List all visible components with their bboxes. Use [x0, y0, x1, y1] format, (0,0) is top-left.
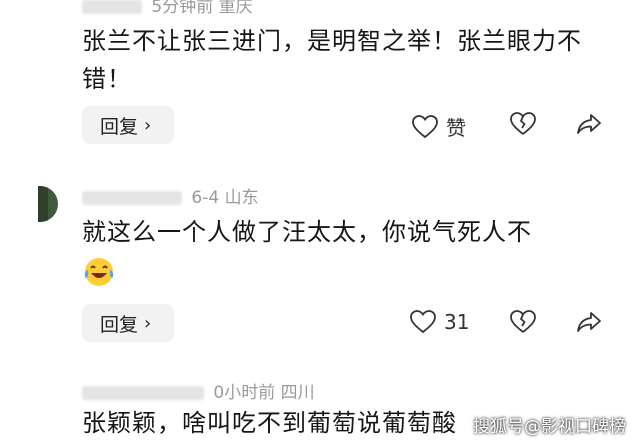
broken-heart-icon: [510, 112, 536, 135]
like-count: 31: [444, 310, 470, 334]
share-button[interactable]: [576, 310, 602, 334]
avatar[interactable]: [38, 186, 58, 222]
broken-heart-icon: [510, 310, 536, 333]
comment-time-location: 6-4 山东: [191, 188, 259, 208]
share-button[interactable]: [576, 112, 602, 136]
laughing-tears-emoji: [82, 255, 116, 293]
username-blurred: [82, 0, 142, 14]
username-blurred: [82, 386, 204, 400]
dislike-button[interactable]: [510, 310, 536, 334]
like-button[interactable]: 31: [410, 310, 469, 334]
username-blurred: [82, 191, 182, 205]
like-button[interactable]: 赞: [412, 112, 466, 141]
reply-label: 回复: [100, 313, 139, 336]
heart-outline-icon: [412, 114, 438, 138]
chevron-right-icon: ›: [144, 312, 152, 334]
dislike-button[interactable]: [510, 112, 536, 136]
reply-button[interactable]: 回复 ›: [82, 304, 174, 342]
comment-time-location: 0小时前 四川: [213, 383, 315, 403]
heart-outline-icon: [410, 310, 436, 334]
comment-text: 张兰不让张三进门，是明智之举！张兰眼力不错！: [82, 27, 582, 93]
share-arrow-icon: [577, 312, 601, 332]
watermark: 搜狐号@影视口碑榜: [473, 417, 626, 437]
comment-text: 就这么一个人做了汪太太，你说气死人不: [82, 218, 532, 246]
comment-meta: 0小时前 四川: [82, 378, 315, 403]
comment-meta: 6-4 山东: [82, 183, 259, 208]
comment-meta: 5分钟前 重庆: [82, 0, 253, 17]
comment-time-location: 5分钟前 重庆: [151, 0, 253, 17]
chevron-right-icon: ›: [144, 114, 152, 136]
share-arrow-icon: [577, 114, 601, 134]
like-label: 赞: [446, 116, 466, 140]
reply-label: 回复: [100, 115, 139, 138]
reply-button[interactable]: 回复 ›: [82, 106, 174, 144]
